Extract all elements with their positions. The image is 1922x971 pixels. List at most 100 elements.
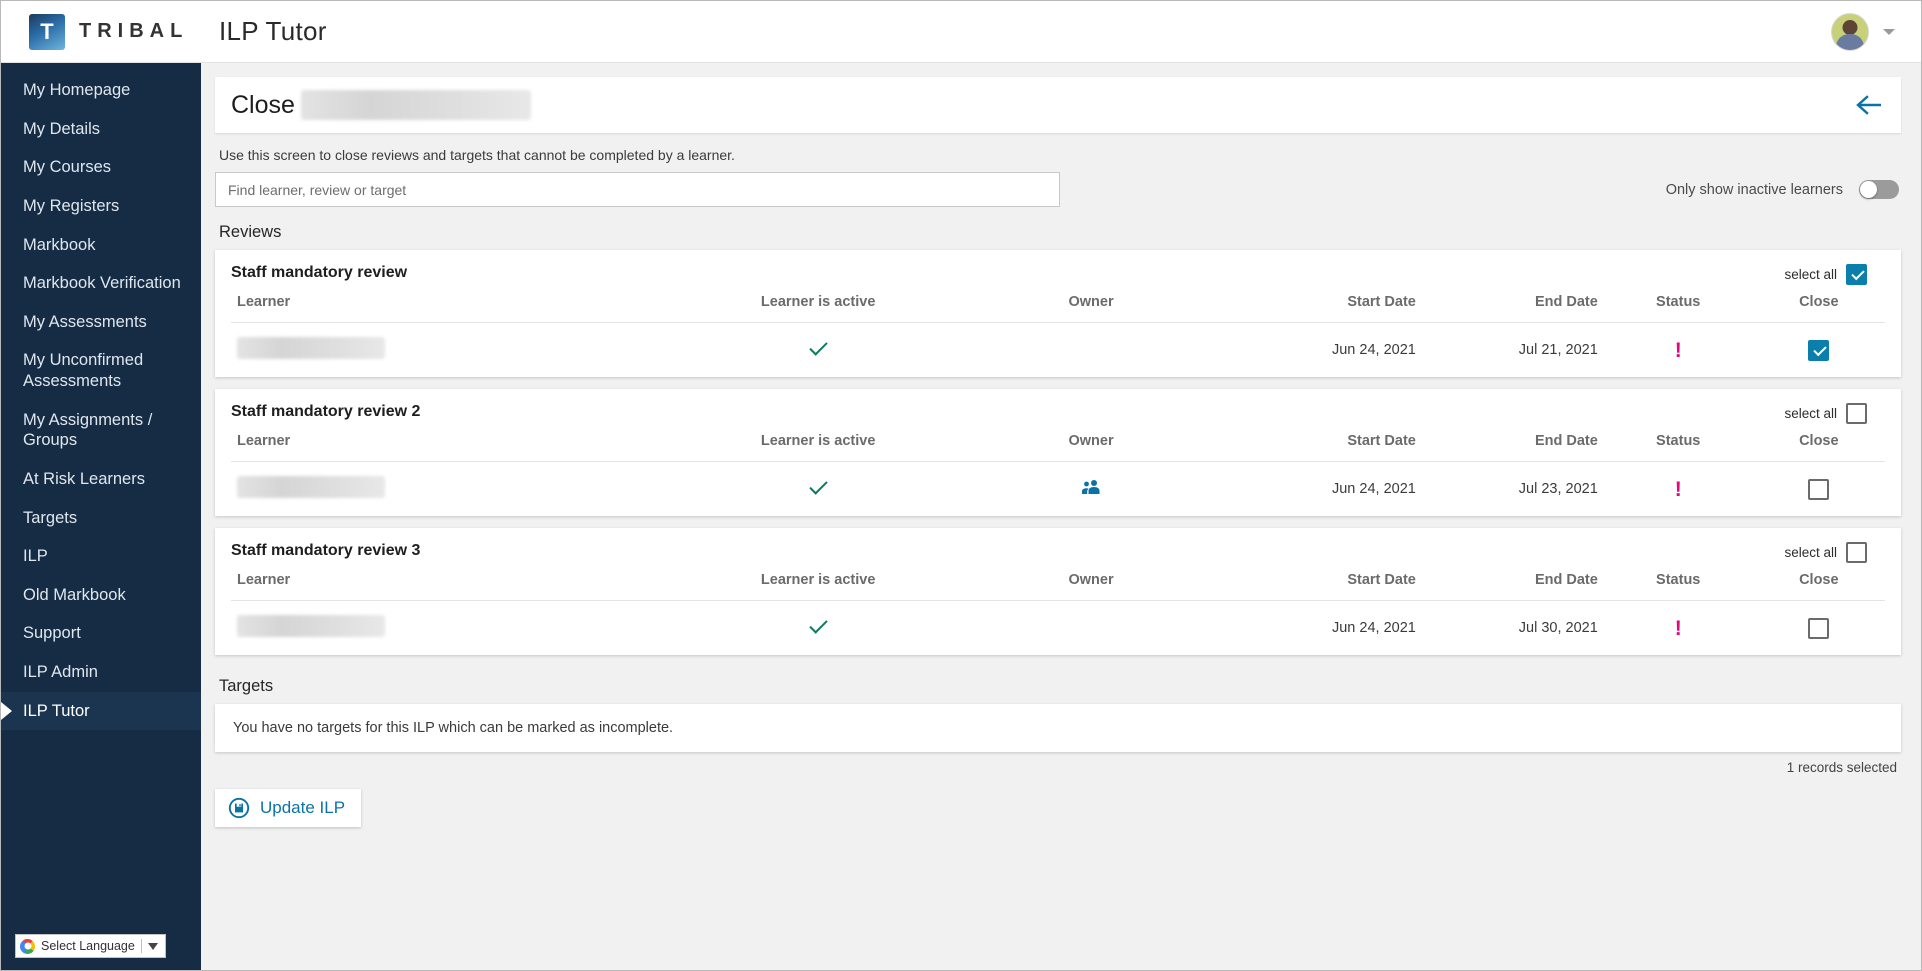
close-checkbox[interactable]	[1808, 479, 1829, 500]
chevron-down-icon[interactable]	[148, 943, 158, 950]
select-all-checkbox[interactable]	[1846, 542, 1867, 563]
column-header-end-date: End Date	[1422, 288, 1604, 323]
select-all-checkbox[interactable]	[1846, 264, 1867, 285]
column-header-learner: Learner	[231, 566, 678, 601]
status-alert-icon: !	[1675, 617, 1682, 640]
cell-learner	[231, 462, 678, 517]
column-header-close: Close	[1753, 566, 1885, 601]
cell-learner-is-active	[678, 323, 959, 378]
review-card-title: Staff mandatory review 2	[231, 389, 1885, 427]
cell-owner	[959, 601, 1224, 656]
cell-learner-is-active	[678, 462, 959, 517]
arrow-left-icon[interactable]	[1855, 94, 1883, 116]
cell-status: !	[1604, 462, 1753, 517]
sidebar-item-my-assessments[interactable]: My Assessments	[1, 303, 201, 342]
column-header-close: Close	[1753, 288, 1885, 323]
search-input[interactable]	[215, 172, 1060, 207]
sidebar-item-my-unconfirmed-assessments[interactable]: My Unconfirmed Assessments	[1, 341, 201, 400]
check-icon	[809, 476, 827, 494]
sidebar-item-ilp[interactable]: ILP	[1, 537, 201, 576]
update-ilp-button-label: Update ILP	[260, 798, 345, 818]
review-card: Staff mandatory review 2 select all Lear…	[215, 389, 1901, 516]
table-header-row: Learner Learner is active Owner Start Da…	[231, 288, 1885, 323]
sidebar-item-my-homepage[interactable]: My Homepage	[1, 71, 201, 110]
cell-learner	[231, 601, 678, 656]
redacted-learner-name	[237, 476, 385, 498]
cell-end-date: Jul 23, 2021	[1422, 462, 1604, 517]
toggle-knob	[1860, 181, 1877, 198]
select-all-group: select all	[1784, 403, 1867, 424]
inactive-learners-toggle[interactable]	[1859, 180, 1899, 199]
review-card: Staff mandatory review 3 select all Lear…	[215, 528, 1901, 655]
sidebar-item-ilp-admin[interactable]: ILP Admin	[1, 653, 201, 692]
redacted-learner-name	[237, 615, 385, 637]
cell-owner	[959, 462, 1224, 517]
column-header-owner: Owner	[959, 427, 1224, 462]
close-heading-text: Close	[231, 91, 295, 120]
table-header-row: Learner Learner is active Owner Start Da…	[231, 566, 1885, 601]
page-title: ILP Tutor	[201, 16, 327, 47]
sidebar-item-my-registers[interactable]: My Registers	[1, 187, 201, 226]
body-wrapper: My Homepage My Details My Courses My Reg…	[1, 63, 1921, 970]
column-header-owner: Owner	[959, 566, 1224, 601]
reviews-section-title: Reviews	[215, 213, 1901, 250]
cell-start-date: Jun 24, 2021	[1223, 462, 1421, 517]
language-selector[interactable]: Select Language	[15, 934, 166, 958]
check-icon	[809, 337, 827, 355]
column-header-end-date: End Date	[1422, 427, 1604, 462]
sidebar-item-ilp-tutor[interactable]: ILP Tutor	[1, 692, 201, 731]
sidebar-item-markbook-verification[interactable]: Markbook Verification	[1, 264, 201, 303]
people-icon[interactable]	[1080, 479, 1102, 495]
table-header-row: Learner Learner is active Owner Start Da…	[231, 427, 1885, 462]
application-window: T TRIBAL ILP Tutor My Homepage My Detail…	[0, 0, 1922, 971]
cell-close	[1753, 601, 1885, 656]
page-header-card: Close	[215, 77, 1901, 133]
tribal-logo-icon: T	[29, 14, 65, 50]
cell-learner-is-active	[678, 601, 959, 656]
column-header-learner-is-active: Learner is active	[678, 566, 959, 601]
brand-logo[interactable]: T TRIBAL	[1, 14, 201, 50]
chevron-down-icon[interactable]	[1883, 29, 1895, 35]
avatar[interactable]	[1831, 13, 1869, 51]
review-table: Learner Learner is active Owner Start Da…	[231, 288, 1885, 377]
sidebar-item-my-details[interactable]: My Details	[1, 110, 201, 149]
sidebar-item-support[interactable]: Support	[1, 614, 201, 653]
cell-learner	[231, 323, 678, 378]
column-header-learner-is-active: Learner is active	[678, 288, 959, 323]
close-checkbox[interactable]	[1808, 618, 1829, 639]
sidebar-item-old-markbook[interactable]: Old Markbook	[1, 576, 201, 615]
select-all-label: select all	[1784, 406, 1837, 421]
sidebar-item-my-assignments-groups[interactable]: My Assignments / Groups	[1, 401, 201, 460]
sidebar-item-my-courses[interactable]: My Courses	[1, 148, 201, 187]
cell-end-date: Jul 30, 2021	[1422, 601, 1604, 656]
review-card-title: Staff mandatory review 3	[231, 528, 1885, 566]
select-all-checkbox[interactable]	[1846, 403, 1867, 424]
table-row: Jun 24, 2021 Jul 30, 2021 !	[231, 601, 1885, 656]
cell-close	[1753, 462, 1885, 517]
cell-start-date: Jun 24, 2021	[1223, 323, 1421, 378]
column-header-start-date: Start Date	[1223, 427, 1421, 462]
column-header-status: Status	[1604, 288, 1753, 323]
column-header-status: Status	[1604, 566, 1753, 601]
sidebar: My Homepage My Details My Courses My Reg…	[1, 63, 201, 970]
review-card-title: Staff mandatory review	[231, 250, 1885, 288]
top-bar-right	[1831, 13, 1921, 51]
sidebar-item-at-risk-learners[interactable]: At Risk Learners	[1, 460, 201, 499]
column-header-learner: Learner	[231, 288, 678, 323]
top-bar: T TRIBAL ILP Tutor	[1, 1, 1921, 63]
sidebar-item-targets[interactable]: Targets	[1, 499, 201, 538]
column-header-status: Status	[1604, 427, 1753, 462]
select-all-label: select all	[1784, 545, 1837, 560]
close-checkbox[interactable]	[1808, 340, 1829, 361]
save-icon	[228, 797, 250, 819]
filter-row: Only show inactive learners	[215, 172, 1901, 213]
check-icon	[809, 615, 827, 633]
main-content: Close Use this screen to close reviews a…	[201, 63, 1921, 970]
update-ilp-button[interactable]: Update ILP	[215, 789, 361, 827]
column-header-end-date: End Date	[1422, 566, 1604, 601]
column-header-owner: Owner	[959, 288, 1224, 323]
sidebar-item-markbook[interactable]: Markbook	[1, 226, 201, 265]
records-selected-count: 1 records selected	[215, 752, 1901, 775]
review-table: Learner Learner is active Owner Start Da…	[231, 427, 1885, 516]
select-all-group: select all	[1784, 264, 1867, 285]
